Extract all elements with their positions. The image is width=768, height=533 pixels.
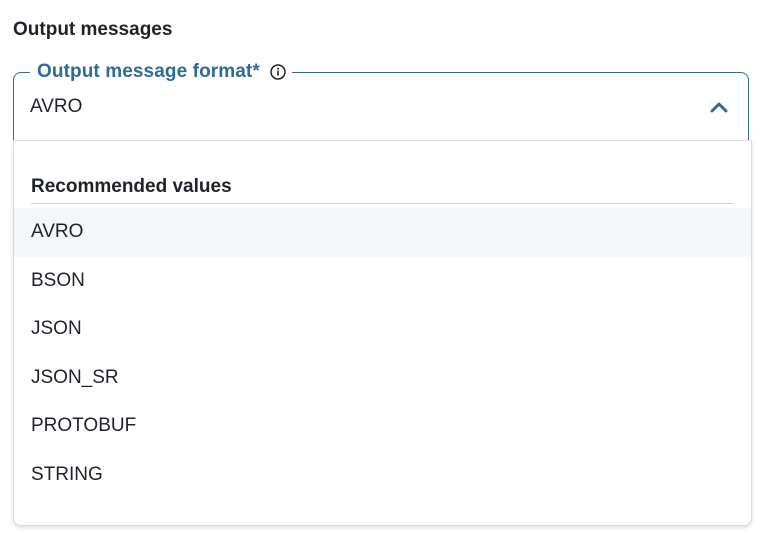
info-icon-svg <box>270 64 286 80</box>
info-icon[interactable] <box>270 64 286 80</box>
dropdown-option-string[interactable]: STRING <box>14 451 751 500</box>
dropdown-group-header: Recommended values <box>31 176 232 197</box>
option-label: STRING <box>31 463 103 485</box>
collapse-dropdown-button[interactable] <box>706 94 732 120</box>
dropdown-option-avro[interactable]: AVRO <box>14 208 751 257</box>
output-message-format-field[interactable]: Output message format* <box>13 59 749 140</box>
output-message-format-input[interactable] <box>30 93 650 121</box>
dropdown-option-json-sr[interactable]: JSON_SR <box>14 354 751 403</box>
dropdown-option-json[interactable]: JSON <box>14 305 751 354</box>
dropdown-group-divider <box>31 203 734 204</box>
field-legend: Output message format* <box>30 59 292 85</box>
format-dropdown-menu: Recommended values AVRO BSON JSON JSON_S… <box>13 140 752 526</box>
chevron-up-icon <box>710 102 728 113</box>
option-label: JSON <box>31 318 82 340</box>
option-label: AVRO <box>31 221 84 243</box>
dropdown-option-protobuf[interactable]: PROTOBUF <box>14 402 751 451</box>
option-label: BSON <box>31 269 85 291</box>
dropdown-option-bson[interactable]: BSON <box>14 257 751 306</box>
option-label: JSON_SR <box>31 366 119 388</box>
section-title: Output messages <box>13 19 173 40</box>
option-label: PROTOBUF <box>31 415 137 437</box>
dropdown-options: AVRO BSON JSON JSON_SR PROTOBUF STRING <box>14 208 751 499</box>
field-label: Output message format* <box>37 61 260 82</box>
